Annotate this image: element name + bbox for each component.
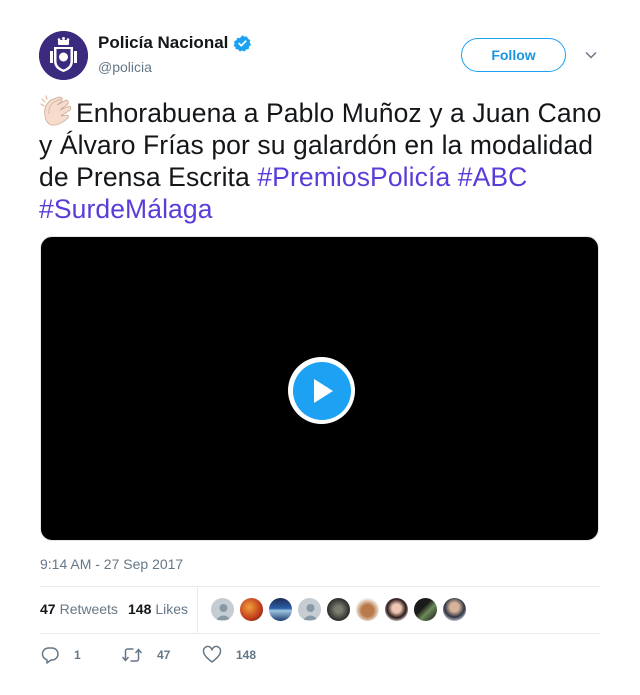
reply-count: 1 [74, 648, 81, 662]
tweet-timestamp[interactable]: 9:14 AM - 27 Sep 2017 [40, 556, 183, 572]
author-handle[interactable]: @policia [98, 59, 152, 75]
like-count: 148 [236, 648, 257, 662]
author-name[interactable]: Policía Nacional [98, 33, 228, 53]
default-avatar-icon[interactable] [297, 597, 322, 622]
user-avatar-icon[interactable] [239, 597, 264, 622]
chevron-down-icon[interactable] [584, 48, 598, 62]
author-avatar[interactable] [39, 31, 88, 80]
video-player[interactable] [40, 236, 599, 541]
hashtag-link[interactable]: #SurdeMálaga [39, 194, 213, 224]
hashtag-link[interactable]: #ABC [458, 162, 528, 192]
tweet-actions: 1 47 148 [40, 645, 600, 667]
follow-button[interactable]: Follow [461, 38, 566, 72]
user-avatar-icon[interactable] [326, 597, 351, 622]
liked-by-avatars [210, 597, 471, 622]
clapping-hands-icon [40, 95, 72, 126]
retweets-stat[interactable]: 47 Retweets [40, 601, 118, 617]
default-avatar-icon[interactable] [210, 597, 235, 622]
retweet-button[interactable]: 47 [121, 645, 170, 665]
like-button[interactable]: 148 [202, 645, 256, 665]
likes-stat[interactable]: 148 Likes [128, 601, 188, 617]
retweets-count: 47 [40, 601, 56, 617]
heart-icon [202, 645, 222, 663]
tweet-text: Enhorabuena a Pablo Muñoz y a Juan Cano … [39, 94, 609, 225]
divider [40, 633, 600, 634]
play-icon [313, 378, 333, 403]
play-button[interactable] [288, 357, 355, 424]
verified-badge-icon [233, 34, 252, 51]
police-crest-icon [39, 31, 88, 80]
likes-count: 148 [128, 601, 152, 617]
user-avatar-icon[interactable] [413, 597, 438, 622]
tweet-card: Policía Nacional @policia Follow Enhorab… [0, 0, 640, 695]
tweet-stats: 47 Retweets 148 Likes [40, 587, 600, 633]
user-avatar-icon[interactable] [442, 597, 467, 622]
retweet-count: 47 [157, 648, 171, 662]
hashtag-link[interactable]: #PremiosPolicía [257, 162, 450, 192]
reply-icon [41, 647, 59, 664]
author-name-row[interactable]: Policía Nacional [98, 33, 252, 53]
likes-label: Likes [155, 601, 189, 617]
retweets-label: Retweets [59, 601, 118, 617]
user-avatar-icon[interactable] [384, 597, 409, 622]
retweet-icon [121, 648, 143, 662]
stats-separator [197, 587, 198, 633]
reply-button[interactable]: 1 [40, 645, 81, 665]
user-avatar-icon[interactable] [268, 597, 293, 622]
user-avatar-icon[interactable] [355, 597, 380, 622]
